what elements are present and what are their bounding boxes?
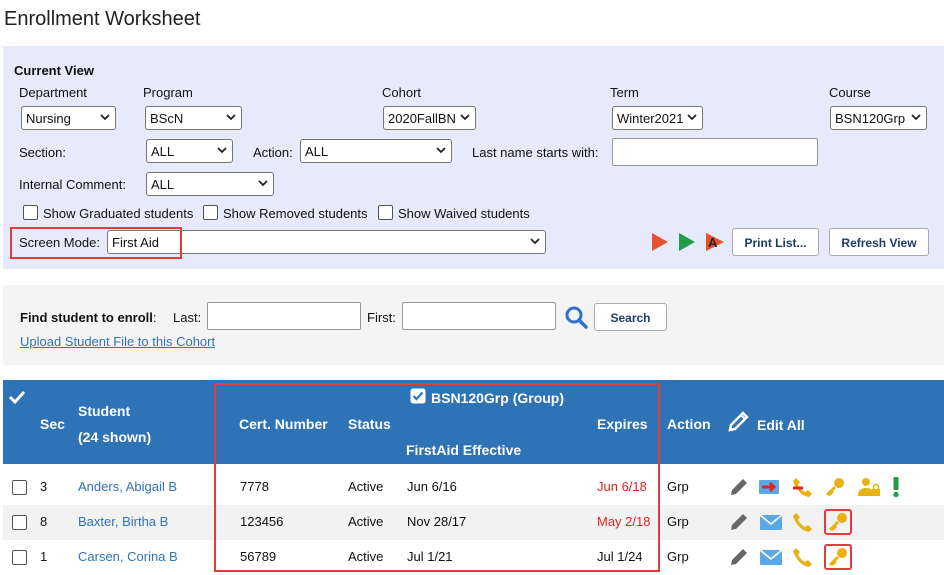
chevron-down-icon	[100, 114, 110, 121]
current-view-heading: Current View	[14, 63, 94, 78]
student-name-link[interactable]: Anders, Abigail B	[78, 479, 177, 494]
chevron-down-icon	[436, 147, 446, 154]
key-icon[interactable]	[823, 476, 847, 498]
department-select[interactable]: Nursing	[21, 106, 116, 130]
phone-arrow-icon[interactable]	[790, 476, 814, 498]
section-select[interactable]: ALL	[146, 139, 233, 163]
chevron-down-icon	[530, 238, 540, 245]
search-icon[interactable]	[564, 305, 588, 329]
print-list-button[interactable]: Print List...	[732, 228, 819, 256]
header-sec: Sec	[40, 416, 65, 432]
chevron-down-icon	[226, 114, 236, 121]
term-value: Winter2021	[617, 111, 684, 126]
key-icon-highlighted[interactable]	[824, 544, 852, 570]
chevron-down-icon	[911, 114, 921, 121]
chevron-down-icon	[258, 180, 268, 187]
chevron-down-icon	[217, 147, 227, 154]
pencil-icon[interactable]	[728, 546, 752, 568]
find-first-input[interactable]	[402, 302, 556, 330]
row-action: Grp	[667, 514, 689, 529]
student-name-link[interactable]: Carsen, Corina B	[78, 549, 178, 564]
internal-comment-select[interactable]: ALL	[146, 172, 274, 196]
action-select[interactable]: ALL	[300, 139, 452, 163]
show-graduated-checkbox[interactable]	[23, 205, 38, 220]
program-select[interactable]: BScN	[145, 106, 242, 130]
term-select[interactable]: Winter2021	[612, 106, 703, 130]
pencil-icon[interactable]	[728, 476, 752, 498]
show-removed-label: Show Removed students	[223, 206, 368, 221]
envelope-icon[interactable]	[759, 546, 783, 568]
play-green-icon[interactable]	[677, 231, 697, 253]
search-button[interactable]: Search	[594, 303, 667, 331]
row-select-checkbox[interactable]	[12, 550, 27, 565]
header-action: Action	[667, 416, 711, 432]
internal-comment-label: Internal Comment:	[19, 177, 126, 192]
transfer-arrow-icon[interactable]	[757, 476, 781, 498]
refresh-view-button[interactable]: Refresh View	[829, 228, 929, 256]
user-lock-icon[interactable]	[857, 476, 881, 498]
find-last-label: Last:	[173, 310, 202, 325]
department-label: Department	[19, 85, 87, 100]
student-name-link[interactable]: Baxter, Birtha B	[78, 514, 168, 529]
page-title: Enrollment Worksheet	[4, 8, 201, 30]
edit-all-pencil-icon[interactable]	[727, 409, 751, 435]
program-label: Program	[143, 85, 193, 100]
envelope-icon[interactable]	[759, 511, 783, 533]
row-sec: 1	[40, 549, 48, 564]
edit-all-button[interactable]: Edit All	[757, 417, 805, 433]
play-red-icon[interactable]	[650, 231, 670, 253]
row-select-checkbox[interactable]	[12, 480, 27, 495]
cohort-label: Cohort	[382, 85, 422, 100]
internal-comment-value: ALL	[151, 177, 175, 192]
phone-icon[interactable]	[790, 511, 814, 533]
exclamation-icon[interactable]	[884, 476, 908, 498]
last-name-label: Last name starts with:	[472, 145, 599, 160]
find-last-input[interactable]	[207, 302, 361, 330]
action-value: ALL	[305, 144, 329, 159]
last-name-input[interactable]	[612, 138, 818, 166]
row-sec: 8	[40, 514, 48, 529]
find-student-label: Find student to enroll:	[20, 310, 157, 325]
firstaid-columns-highlight	[214, 383, 660, 572]
find-student-colon: :	[152, 310, 157, 325]
key-icon-highlighted[interactable]	[824, 509, 852, 535]
cohort-value: 2020FallBN	[388, 111, 456, 126]
row-sec: 3	[40, 479, 48, 494]
find-student-text: Find student to enroll	[20, 310, 153, 325]
department-value: Nursing	[26, 111, 71, 126]
chevron-down-icon	[687, 114, 697, 121]
row-select-checkbox[interactable]	[12, 515, 27, 530]
play-a-icon[interactable]: A	[704, 231, 726, 253]
pencil-icon[interactable]	[728, 511, 752, 533]
cohort-select[interactable]: 2020FallBN	[383, 106, 476, 130]
svg-text:A: A	[708, 235, 718, 250]
program-value: BScN	[150, 111, 184, 126]
select-all-check-icon[interactable]	[8, 389, 26, 405]
screen-mode-highlight	[10, 227, 182, 259]
course-select[interactable]: BSN120Grp	[830, 106, 927, 130]
course-value: BSN120Grp	[835, 111, 906, 126]
header-student: Student	[78, 403, 131, 419]
find-first-label: First:	[367, 310, 396, 325]
section-label: Section:	[19, 145, 66, 160]
section-value: ALL	[151, 144, 175, 159]
show-waived-label: Show Waived students	[398, 206, 530, 221]
row-action: Grp	[667, 479, 689, 494]
show-waived-checkbox[interactable]	[378, 205, 393, 220]
row-action: Grp	[667, 549, 689, 564]
action-label: Action:	[253, 145, 293, 160]
term-label: Term	[610, 85, 639, 100]
course-label: Course	[829, 85, 871, 100]
show-graduated-label: Show Graduated students	[43, 206, 194, 221]
chevron-down-icon	[460, 114, 470, 121]
phone-icon[interactable]	[790, 546, 814, 568]
upload-student-file-link[interactable]: Upload Student File to this Cohort	[20, 334, 215, 349]
header-shown-count: (24 shown)	[78, 429, 152, 445]
show-removed-checkbox[interactable]	[203, 205, 218, 220]
